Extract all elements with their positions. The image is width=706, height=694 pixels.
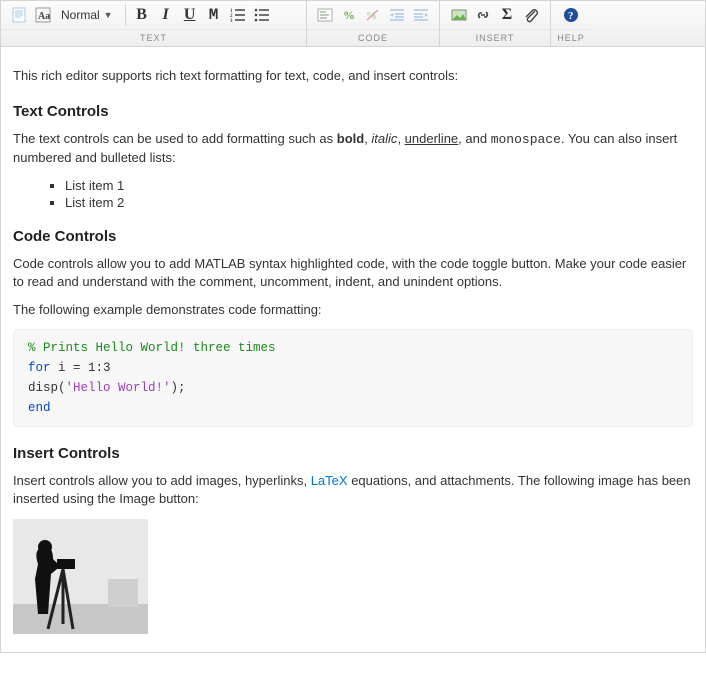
heading-text-controls: Text Controls <box>13 103 693 120</box>
toolbar-row-text: Aa Normal ▼ B I U M 123 <box>1 1 306 29</box>
code-toggle-button[interactable] <box>314 4 336 26</box>
group-label-text: TEXT <box>1 29 306 46</box>
code-example: % Prints Hello World! three times for i … <box>13 329 693 427</box>
toolbar: Aa Normal ▼ B I U M 123 TEXT <box>1 1 705 47</box>
example-italic: italic <box>371 131 397 146</box>
image-button[interactable] <box>448 4 470 26</box>
divider <box>125 4 126 26</box>
code-string: 'Hello World!' <box>66 381 171 395</box>
font-icon[interactable]: Aa <box>32 4 54 26</box>
editor-content[interactable]: This rich editor supports rich text form… <box>1 47 705 652</box>
toolbar-group-text: Aa Normal ▼ B I U M 123 TEXT <box>1 1 307 46</box>
svg-text:3: 3 <box>230 19 233 23</box>
italic-button[interactable]: I <box>155 4 177 26</box>
toolbar-group-help: ? HELP <box>551 1 591 46</box>
comment-button[interactable]: % <box>338 4 360 26</box>
example-list: List item 1 List item 2 <box>13 178 693 210</box>
code-controls-para2: The following example demonstrates code … <box>13 301 693 319</box>
toolbar-group-insert: Σ INSERT <box>440 1 551 46</box>
toolbar-group-code: % % CODE <box>307 1 440 46</box>
example-bold: bold <box>337 131 364 146</box>
toolbar-row-code: % % <box>307 1 439 29</box>
attachment-button[interactable] <box>520 4 542 26</box>
help-button[interactable]: ? <box>560 4 582 26</box>
text-controls-paragraph: The text controls can be used to add for… <box>13 130 693 167</box>
svg-text:?: ? <box>568 10 574 22</box>
heading-code-controls: Code Controls <box>13 228 693 245</box>
underline-button[interactable]: U <box>179 4 201 26</box>
indent-button[interactable] <box>386 4 408 26</box>
bold-button[interactable]: B <box>131 4 153 26</box>
code-keyword: end <box>28 401 51 415</box>
style-select-label: Normal <box>61 8 100 22</box>
rich-editor: Aa Normal ▼ B I U M 123 TEXT <box>0 0 706 653</box>
bullet-list-button[interactable] <box>251 4 273 26</box>
group-label-help: HELP <box>551 29 591 46</box>
group-label-code: CODE <box>307 29 439 46</box>
numbered-list-button[interactable]: 123 <box>227 4 249 26</box>
code-controls-para1: Code controls allow you to add MATLAB sy… <box>13 255 693 291</box>
unindent-button[interactable] <box>410 4 432 26</box>
toolbar-row-help: ? <box>551 1 591 29</box>
example-monospace: monospace <box>491 132 561 147</box>
hyperlink-button[interactable] <box>472 4 494 26</box>
chevron-down-icon: ▼ <box>104 10 113 20</box>
paragraph-style-select[interactable]: Normal ▼ <box>57 4 117 26</box>
code-keyword: for <box>28 361 51 375</box>
toolbar-row-insert: Σ <box>440 1 550 29</box>
latex-link[interactable]: LaTeX <box>311 473 348 488</box>
code-comment: % Prints Hello World! three times <box>28 341 276 355</box>
svg-text:%: % <box>343 8 355 22</box>
inserted-image <box>13 519 148 634</box>
heading-insert-controls: Insert Controls <box>13 445 693 462</box>
monospace-button[interactable]: M <box>203 4 225 26</box>
example-underline: underline <box>405 131 459 146</box>
list-item: List item 1 <box>65 178 693 193</box>
save-icon[interactable] <box>8 4 30 26</box>
equation-button[interactable]: Σ <box>496 4 518 26</box>
svg-text:Aa: Aa <box>38 11 50 22</box>
group-label-insert: INSERT <box>440 29 550 46</box>
insert-controls-paragraph: Insert controls allow you to add images,… <box>13 472 693 508</box>
intro-paragraph: This rich editor supports rich text form… <box>13 67 693 85</box>
list-item: List item 2 <box>65 195 693 210</box>
uncomment-button[interactable]: % <box>362 4 384 26</box>
